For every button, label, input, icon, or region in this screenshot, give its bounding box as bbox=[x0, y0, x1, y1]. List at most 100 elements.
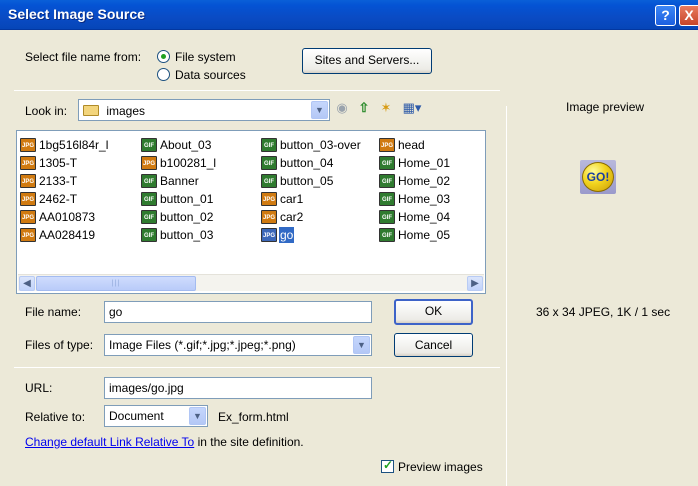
list-item[interactable]: JPG 2133-T bbox=[20, 172, 78, 188]
relative-to-label: Relative to: bbox=[25, 410, 86, 424]
scroll-left-icon[interactable]: ◀ bbox=[19, 276, 35, 291]
close-button[interactable]: X bbox=[679, 5, 698, 26]
list-item[interactable]: GIF Banner bbox=[141, 172, 200, 188]
list-item[interactable]: JPG AA010873 bbox=[20, 208, 96, 224]
files-of-type-dropdown[interactable]: Image Files (*.gif;*.jpg;*.jpeg;*.png) ▼ bbox=[104, 334, 372, 356]
divider bbox=[14, 367, 500, 368]
list-item[interactable]: JPG head bbox=[379, 136, 426, 152]
data-sources-radio[interactable] bbox=[157, 68, 170, 81]
preview-image-text: GO! bbox=[582, 162, 614, 192]
list-item[interactable]: JPG 1bg516l84r_l bbox=[20, 136, 109, 152]
help-button[interactable]: ? bbox=[655, 5, 676, 26]
list-item[interactable]: GIF button_05 bbox=[261, 172, 334, 188]
gif-file-icon: GIF bbox=[261, 137, 277, 152]
list-item[interactable]: GIF Home_01 bbox=[379, 154, 451, 170]
list-item[interactable]: GIF Home_05 bbox=[379, 226, 451, 242]
files-of-type-value: Image Files (*.gif;*.jpg;*.jpeg;*.png) bbox=[109, 338, 296, 352]
chevron-down-icon[interactable]: ▼ bbox=[353, 336, 370, 354]
gif-file-icon: GIF bbox=[379, 209, 395, 224]
look-in-dropdown[interactable]: images ▼ bbox=[78, 99, 330, 121]
gif-file-icon: GIF bbox=[379, 155, 395, 170]
ok-button[interactable]: OK bbox=[394, 299, 473, 325]
gif-file-icon: GIF bbox=[141, 227, 157, 242]
gif-file-icon: GIF bbox=[141, 173, 157, 188]
list-item[interactable]: GIF button_01 bbox=[141, 190, 214, 206]
jpg-file-icon: JPG bbox=[20, 227, 36, 242]
jpg-file-icon: JPG bbox=[20, 209, 36, 224]
file-list[interactable]: JPG 1bg516l84r_l JPG 1305-T JPG 2133-T JPG 2… bbox=[16, 130, 486, 294]
source-label: Select file name from: bbox=[25, 50, 142, 64]
look-in-value: images bbox=[106, 103, 146, 118]
list-item[interactable]: GIF button_03-over bbox=[261, 136, 362, 152]
jpg-file-icon: JPG bbox=[261, 227, 277, 242]
list-item[interactable]: JPG 2462-T bbox=[20, 190, 78, 206]
list-item[interactable]: GIF button_03 bbox=[141, 226, 214, 242]
file-name-input[interactable]: go bbox=[104, 301, 372, 323]
jpg-file-icon: JPG bbox=[20, 137, 36, 152]
url-label: URL: bbox=[25, 381, 53, 395]
chevron-down-icon[interactable]: ▼ bbox=[189, 407, 206, 425]
gif-file-icon: GIF bbox=[141, 191, 157, 206]
relative-to-dropdown[interactable]: Document ▼ bbox=[104, 405, 208, 427]
look-in-label: Look in: bbox=[25, 104, 68, 118]
jpg-file-icon: JPG bbox=[261, 209, 277, 224]
preview-divider bbox=[506, 106, 507, 486]
image-preview: GO! bbox=[580, 160, 616, 194]
chevron-down-icon[interactable]: ▼ bbox=[311, 101, 328, 119]
files-of-type-label: Files of type: bbox=[25, 338, 94, 352]
jpg-file-icon: JPG bbox=[20, 191, 36, 206]
preview-title: Image preview bbox=[566, 100, 645, 114]
file-name-label: File name: bbox=[25, 305, 82, 319]
preview-images-checkbox[interactable] bbox=[381, 458, 394, 473]
list-item[interactable]: JPG car2 bbox=[261, 208, 304, 224]
gif-file-icon: GIF bbox=[379, 173, 395, 188]
preview-images-label[interactable]: Preview images bbox=[398, 460, 483, 474]
gif-file-icon: GIF bbox=[141, 209, 157, 224]
gif-file-icon: GIF bbox=[379, 227, 395, 242]
divider bbox=[14, 90, 500, 91]
title-bar[interactable]: Select Image Source ? X bbox=[0, 0, 698, 30]
folder-icon bbox=[83, 105, 99, 117]
jpg-file-icon: JPG bbox=[379, 137, 395, 152]
jpg-file-icon: JPG bbox=[20, 155, 36, 170]
file-system-label[interactable]: File system bbox=[175, 50, 236, 64]
select-image-source-dialog: Select Image Source ? X Select file name… bbox=[0, 0, 698, 486]
list-item[interactable]: GIF Home_03 bbox=[379, 190, 451, 206]
view-menu-icon[interactable]: ▦▾ bbox=[400, 99, 424, 117]
scroll-thumb[interactable]: ||| bbox=[36, 276, 196, 291]
jpg-file-icon: JPG bbox=[141, 155, 157, 170]
list-item[interactable]: JPG AA028419 bbox=[20, 226, 96, 242]
data-sources-label[interactable]: Data sources bbox=[175, 68, 246, 82]
back-icon[interactable]: ◉ bbox=[333, 99, 351, 117]
list-item[interactable]: GIF button_04 bbox=[261, 154, 334, 170]
cancel-button[interactable]: Cancel bbox=[394, 333, 473, 357]
gif-file-icon: GIF bbox=[261, 173, 277, 188]
list-item[interactable]: JPG 1305-T bbox=[20, 154, 78, 170]
gif-file-icon: GIF bbox=[261, 155, 277, 170]
list-item[interactable]: JPG car1 bbox=[261, 190, 304, 206]
list-item[interactable]: JPG b100281_l bbox=[141, 154, 217, 170]
list-item-selected[interactable]: JPG go bbox=[261, 226, 295, 243]
jpg-file-icon: JPG bbox=[20, 173, 36, 188]
file-system-radio[interactable] bbox=[157, 50, 170, 63]
list-item[interactable]: GIF Home_02 bbox=[379, 172, 451, 188]
gif-file-icon: GIF bbox=[141, 137, 157, 152]
link-note-text: in the site definition. bbox=[194, 435, 304, 449]
window-title: Select Image Source bbox=[8, 6, 145, 22]
relative-file-name: Ex_form.html bbox=[218, 410, 289, 424]
list-item[interactable]: GIF About_03 bbox=[141, 136, 212, 152]
scroll-right-icon[interactable]: ▶ bbox=[467, 276, 483, 291]
sites-and-servers-button[interactable]: Sites and Servers... bbox=[302, 48, 432, 74]
preview-info: 36 x 34 JPEG, 1K / 1 sec bbox=[536, 305, 671, 319]
list-item[interactable]: GIF button_02 bbox=[141, 208, 214, 224]
link-note: Change default Link Relative To in the s… bbox=[25, 435, 304, 449]
new-folder-icon[interactable]: ✶ bbox=[377, 99, 395, 117]
list-item[interactable]: GIF Home_04 bbox=[379, 208, 451, 224]
gif-file-icon: GIF bbox=[379, 191, 395, 206]
url-input[interactable]: images/go.jpg bbox=[104, 377, 372, 399]
horizontal-scrollbar[interactable]: ◀ ||| ▶ bbox=[18, 274, 484, 291]
change-link-relative-link[interactable]: Change default Link Relative To bbox=[25, 435, 194, 449]
jpg-file-icon: JPG bbox=[261, 191, 277, 206]
up-folder-icon[interactable]: ⇧ bbox=[355, 99, 373, 117]
relative-to-value: Document bbox=[109, 409, 164, 423]
